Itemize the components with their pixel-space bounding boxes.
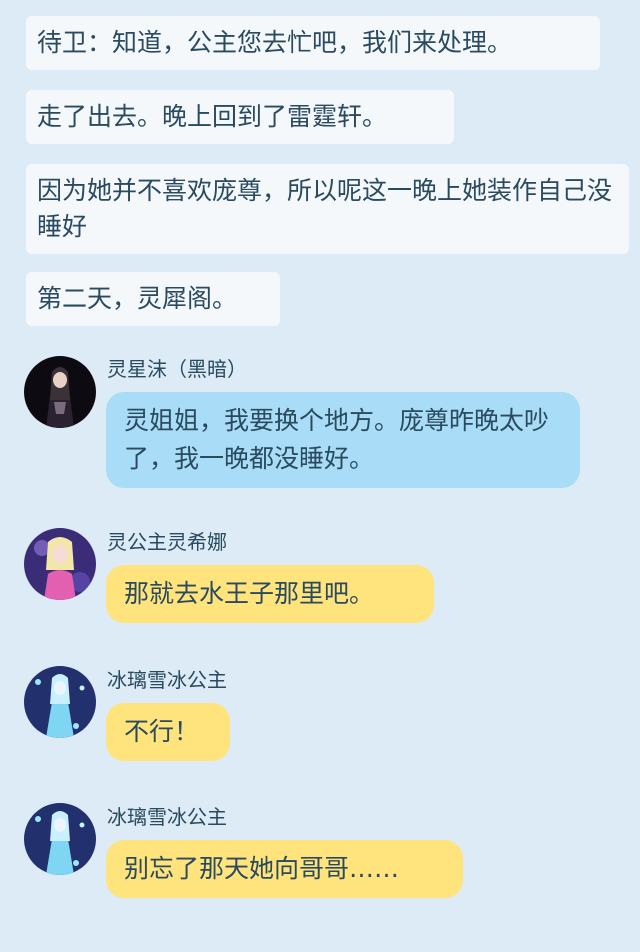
ice-princess-avatar-icon	[24, 803, 96, 875]
dark-princess-avatar-icon	[24, 356, 96, 428]
message-bubble[interactable]: 那就去水王子那里吧。	[106, 565, 434, 623]
narration-line: 因为她并不喜欢庞尊，所以呢这一晚上她装作自己没睡好	[26, 164, 629, 254]
sender-name: 冰璃雪冰公主	[107, 668, 227, 692]
pink-princess-avatar-icon	[24, 528, 96, 600]
narration-line: 走了出去。晚上回到了雷霆轩。	[26, 90, 454, 144]
avatar[interactable]	[24, 803, 96, 875]
message-bubble[interactable]: 不行！	[106, 703, 230, 761]
ice-princess-avatar-icon	[24, 666, 96, 738]
narration-line: 第二天，灵犀阁。	[26, 272, 280, 326]
avatar[interactable]	[24, 666, 96, 738]
sender-name: 灵公主灵希娜	[107, 530, 227, 554]
sender-name: 灵星沫（黑暗）	[107, 357, 247, 381]
avatar[interactable]	[24, 528, 96, 600]
sender-name: 冰璃雪冰公主	[107, 805, 227, 829]
avatar[interactable]	[24, 356, 96, 428]
message-bubble[interactable]: 灵姐姐，我要换个地方。庞尊昨晚太吵了，我一晚都没睡好。	[106, 392, 580, 488]
message-bubble[interactable]: 别忘了那天她向哥哥……	[106, 840, 463, 898]
narration-line: 待卫：知道，公主您去忙吧，我们来处理。	[26, 16, 600, 70]
